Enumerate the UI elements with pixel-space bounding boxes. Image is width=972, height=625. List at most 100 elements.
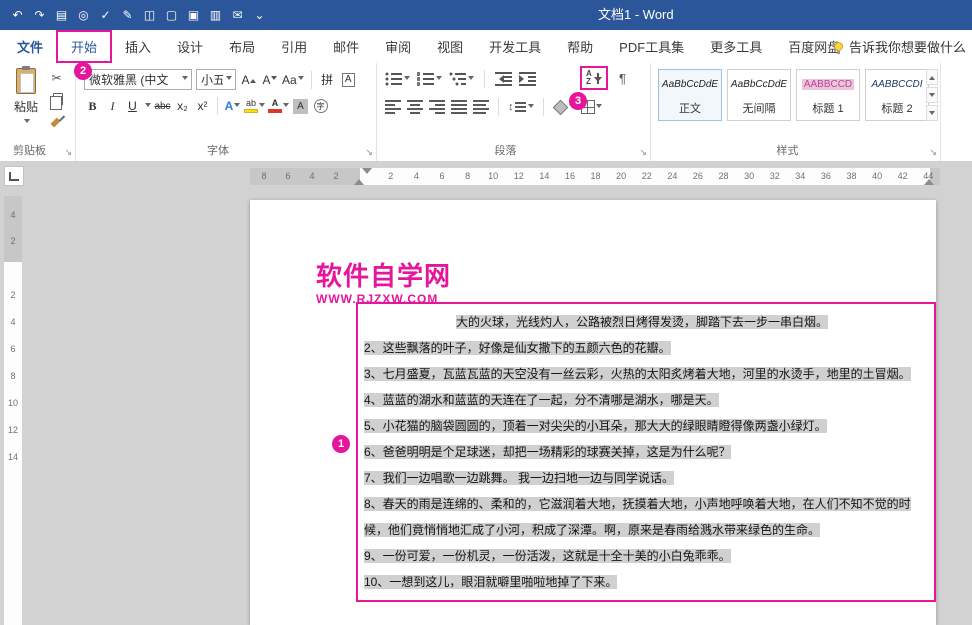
tab-mailings[interactable]: 邮件 — [320, 30, 372, 63]
paragraph-line[interactable]: 4、蓝蓝的湖水和蓝蓝的天连在了一起，分不清哪是湖水，哪是天。 — [364, 387, 928, 413]
customize-qat-icon[interactable]: ⌄ — [252, 5, 267, 25]
right-indent-marker[interactable] — [924, 174, 934, 185]
enclose-characters-button[interactable]: 字 — [312, 96, 329, 116]
bold-button[interactable]: B — [84, 96, 101, 116]
email-icon[interactable]: ✉ — [230, 5, 245, 25]
font-name-combobox[interactable]: 微软雅黑 (中文 — [84, 69, 192, 90]
print-preview-icon[interactable]: ◎ — [76, 5, 91, 25]
superscript-button[interactable]: x² — [194, 96, 211, 116]
paragraph-line[interactable]: 3、七月盛夏，瓦蓝瓦蓝的天空没有一丝云彩，火热的太阳炙烤着大地，河里的水烫手，地… — [364, 361, 928, 387]
horizontal-ruler: 8642 24681012141618202224262830323436384… — [250, 168, 940, 185]
format-painter-icon[interactable] — [50, 114, 63, 127]
paragraph-line[interactable]: 9、一份可爱，一份机灵，一份活泼，这就是十全十美的小白兔乖乖。 — [364, 543, 928, 569]
sort-button[interactable]: AZ — [580, 66, 608, 90]
copy-icon[interactable] — [53, 93, 63, 105]
tell-me-box[interactable]: 告诉我你想要做什么 — [834, 30, 970, 63]
character-shading-button[interactable]: A — [292, 96, 309, 116]
cut-icon[interactable]: ✂ — [51, 72, 61, 84]
tab-pdf-tools[interactable]: PDF工具集 — [606, 30, 697, 63]
tab-references[interactable]: 引用 — [268, 30, 320, 63]
align-right-button[interactable] — [429, 100, 445, 114]
underline-button[interactable]: U — [124, 96, 141, 116]
tab-home[interactable]: 开始 — [56, 30, 112, 63]
multilevel-list-icon — [449, 72, 467, 86]
clipboard-group-label: 剪贴板 — [0, 142, 59, 158]
style-preview: AABBCCDI — [866, 79, 928, 90]
paragraph-dialog-launcher[interactable]: ↘ — [639, 148, 647, 157]
paragraph-line[interactable]: 8、春天的雨是连绵的、柔和的，它滋润着大地，抚摸着大地，小声地呼唤着大地，在人们… — [364, 491, 928, 543]
align-left-button[interactable] — [385, 100, 401, 114]
style-normal[interactable]: AaBbCcDdE 正文 — [658, 69, 722, 121]
font-color-button[interactable]: A — [268, 96, 289, 116]
paragraph-line[interactable]: 5、小花猫的脑袋圆圆的，顶着一对尖尖的小耳朵，那大大的绿眼睛瞪得像两盏小绿灯。 — [364, 413, 928, 439]
ruler-number: 10 — [4, 390, 22, 417]
paragraph-line[interactable]: 大的火球，光线灼人，公路被烈日烤得发烫，脚踏下去一步一串白烟。 — [364, 309, 928, 335]
increase-indent-button[interactable] — [519, 72, 536, 86]
style-heading-1[interactable]: AABBCCD 标题 1 — [796, 69, 860, 121]
style-gallery-more-button[interactable] — [926, 105, 938, 121]
line-spacing-lines-icon — [515, 101, 526, 113]
tab-stop-selector[interactable] — [4, 166, 24, 186]
justify-button[interactable] — [451, 100, 467, 114]
tab-help[interactable]: 帮助 — [554, 30, 606, 63]
selected-text-block[interactable]: 大的火球，光线灼人，公路被烈日烤得发烫，脚踏下去一步一串白烟。2、这些飘落的叶子… — [356, 302, 936, 602]
shrink-font-button[interactable]: A — [261, 70, 278, 90]
distribute-button[interactable] — [473, 100, 489, 114]
line-spacing-button[interactable]: ↕ — [508, 101, 534, 113]
text-effects-button[interactable]: A — [224, 96, 241, 116]
paragraph-line[interactable]: 10、一想到这儿，眼泪就噼里啪啦地掉了下来。 — [364, 569, 928, 595]
hanging-indent-marker[interactable] — [354, 174, 364, 185]
paragraph-line[interactable]: 6、爸爸明明是个足球迷，却把一场精彩的球赛关掉，这是为什么呢？ — [364, 439, 928, 465]
grow-font-button[interactable]: A — [240, 70, 257, 90]
redo-icon[interactable]: ↷ — [32, 5, 47, 25]
divider — [484, 70, 485, 88]
text-highlight-color-button[interactable]: ab — [244, 96, 265, 116]
character-border-button[interactable]: A — [340, 70, 357, 90]
new-document-icon[interactable]: ▢ — [164, 5, 179, 25]
clipboard-dialog-launcher[interactable]: ↘ — [64, 148, 72, 157]
tab-file[interactable]: 文件 — [4, 30, 56, 63]
paragraph-line[interactable]: 2、这些飘落的叶子，好像是仙女撒下的五颜六色的花瓣。 — [364, 335, 928, 361]
tab-view[interactable]: 视图 — [424, 30, 476, 63]
quick-save-icon[interactable]: ▥ — [208, 5, 223, 25]
document-page[interactable]: 软件自学网 WWW.RJZXW.COM 大的火球，光线灼人，公路被烈日烤得发烫，… — [250, 200, 936, 625]
italic-button[interactable]: I — [104, 96, 121, 116]
font-dialog-launcher[interactable]: ↘ — [365, 148, 373, 157]
style-scroll-up-button[interactable] — [926, 69, 938, 85]
tab-more-tools[interactable]: 更多工具 — [697, 30, 775, 63]
change-case-button[interactable]: Aa — [282, 70, 304, 90]
open-folder-icon[interactable]: ▣ — [186, 5, 201, 25]
address-book-icon[interactable]: ◫ — [142, 5, 157, 25]
highlighted-text: 3、七月盛夏，瓦蓝瓦蓝的天空没有一丝云彩，火热的太阳炙烤着大地，河里的水烫手，地… — [364, 367, 911, 381]
chevron-down-icon — [468, 76, 474, 83]
tab-design[interactable]: 设计 — [164, 30, 216, 63]
style-preview: AaBbCcDdE — [659, 79, 721, 90]
tab-insert[interactable]: 插入 — [112, 30, 164, 63]
spellcheck-icon[interactable]: ✓ — [98, 5, 113, 25]
tab-review[interactable]: 审阅 — [372, 30, 424, 63]
paste-button[interactable]: 粘贴 — [7, 68, 45, 138]
style-no-spacing[interactable]: AaBbCcDdE 无间隔 — [727, 69, 791, 121]
chevron-down-icon — [24, 119, 30, 126]
decrease-indent-button[interactable] — [495, 72, 512, 86]
style-heading-2[interactable]: AABBCCDI 标题 2 — [865, 69, 929, 121]
align-center-button[interactable] — [407, 100, 423, 114]
subscript-button[interactable]: x₂ — [174, 96, 191, 116]
show-hide-marks-button[interactable]: ¶ — [619, 71, 626, 86]
save-icon[interactable]: ▤ — [54, 5, 69, 25]
strikethrough-button[interactable]: abc — [154, 96, 171, 116]
multilevel-list-button[interactable] — [449, 72, 474, 86]
tab-developer[interactable]: 开发工具 — [476, 30, 554, 63]
font-size-combobox[interactable]: 小五 — [196, 69, 236, 90]
draw-icon[interactable]: ✎ — [120, 5, 135, 25]
numbering-button[interactable] — [417, 72, 442, 86]
paragraph-line[interactable]: 7、我们一边唱歌一边跳舞。 我一边扫地一边与同学说话。 — [364, 465, 928, 491]
divider — [311, 71, 312, 89]
phonetic-guide-button[interactable]: 拼 — [319, 70, 336, 90]
undo-icon[interactable]: ↶ — [10, 5, 25, 25]
character-shading-icon: A — [293, 99, 308, 114]
bullets-button[interactable] — [385, 72, 410, 86]
tab-layout[interactable]: 布局 — [216, 30, 268, 63]
style-scroll-down-button[interactable] — [926, 87, 938, 103]
styles-dialog-launcher[interactable]: ↘ — [929, 148, 937, 157]
